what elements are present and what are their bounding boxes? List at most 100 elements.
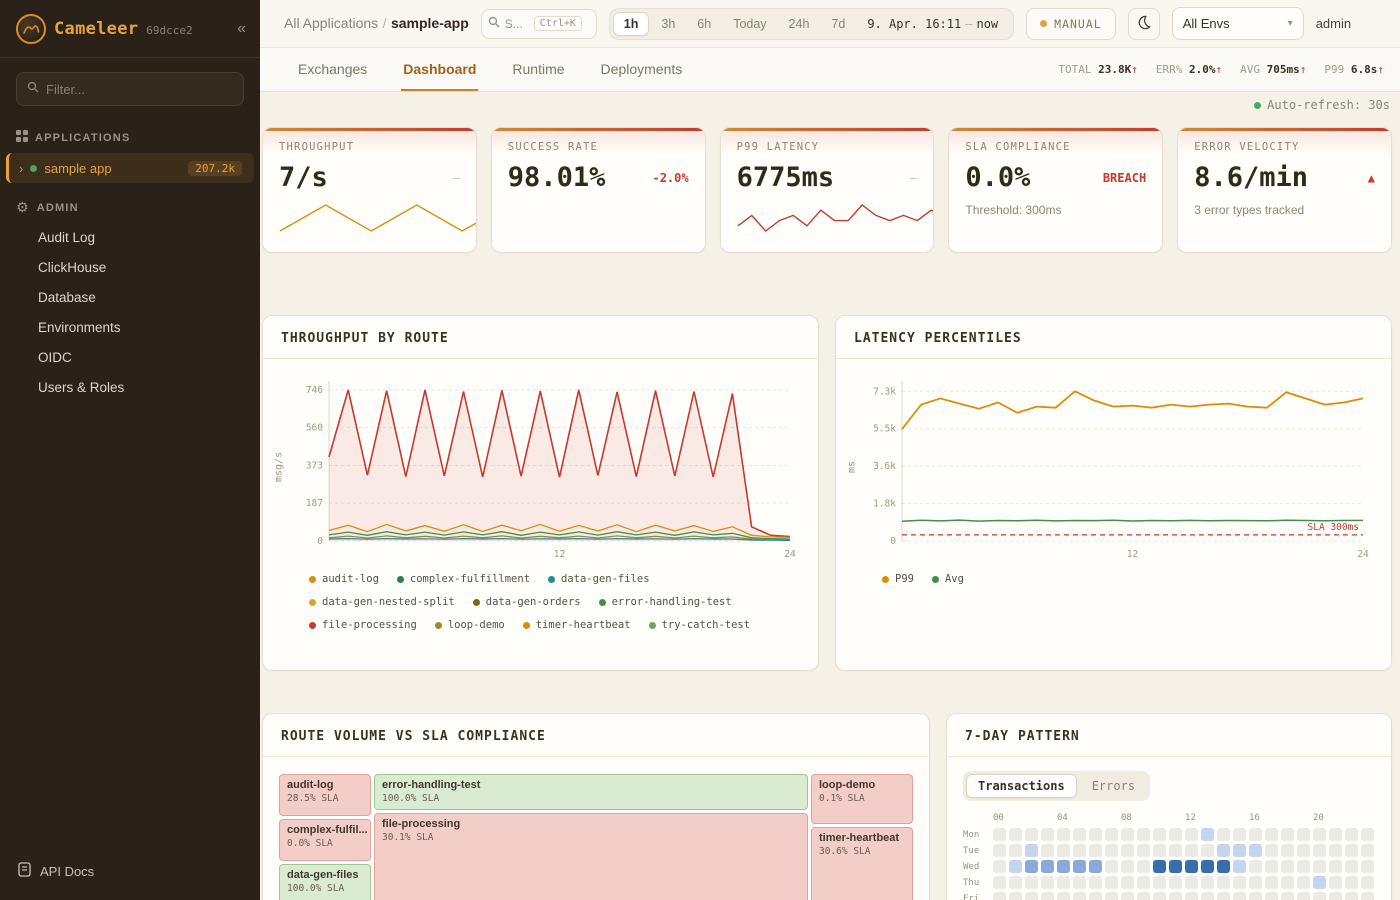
time-range-today[interactable]: Today xyxy=(723,12,776,36)
heatmap-cell xyxy=(1073,844,1086,857)
heatmap-cell xyxy=(1057,828,1070,841)
env-select[interactable]: All Envs ▾ xyxy=(1172,7,1304,40)
legend-item-timer-heartbeat[interactable]: timer-heartbeat xyxy=(523,619,631,631)
treemap-cell-file-processing: file-processing30.1% SLA xyxy=(374,813,808,900)
legend-dot-icon xyxy=(548,576,555,583)
route-volume-sla-card: ROUTE VOLUME VS SLA COMPLIANCE audit-log… xyxy=(262,713,930,900)
sidebar-item-sample-app[interactable]: › sample app 207.2k xyxy=(6,153,254,183)
kpi-main: 98.01%-2.0% xyxy=(508,162,689,193)
legend-item-data-gen-orders[interactable]: data-gen-orders xyxy=(473,596,581,608)
toggle-errors[interactable]: Errors xyxy=(1080,774,1147,798)
svg-text:5.5k: 5.5k xyxy=(873,424,896,435)
dark-mode-toggle[interactable] xyxy=(1128,8,1160,40)
seven-day-pattern-card: 7-DAY PATTERN TransactionsErrors 0004081… xyxy=(946,713,1392,900)
heatmap-cell xyxy=(1185,892,1198,900)
breadcrumb-all-applications[interactable]: All Applications xyxy=(284,15,378,31)
legend-item-complex-fulfillment[interactable]: complex-fulfillment xyxy=(397,573,530,585)
heatmap-cell xyxy=(1089,876,1102,889)
heatmap-cell xyxy=(1009,844,1022,857)
legend-item-data-gen-nested-split[interactable]: data-gen-nested-split xyxy=(309,596,455,608)
throughput-chart: 01873735607461224 xyxy=(287,373,802,561)
heatmap-cell xyxy=(1281,828,1294,841)
manual-refresh-button[interactable]: MANUAL xyxy=(1026,8,1116,40)
time-range-24h[interactable]: 24h xyxy=(779,12,820,36)
kpi-delta: -2.0% xyxy=(652,171,688,185)
tab-runtime[interactable]: Runtime xyxy=(510,48,566,91)
heatmap-cell xyxy=(1345,844,1358,857)
api-docs-link[interactable]: API Docs xyxy=(0,846,260,900)
kpi-value: 7/s xyxy=(279,162,328,193)
auto-refresh-status: Auto-refresh: 30s xyxy=(262,96,1392,114)
tab-dashboard[interactable]: Dashboard xyxy=(401,48,478,91)
heatmap-cell xyxy=(1089,844,1102,857)
stat-avg: AVG 705ms↑ xyxy=(1240,63,1306,76)
heatmap-cell xyxy=(1361,892,1374,900)
legend-item-file-processing[interactable]: file-processing xyxy=(309,619,417,631)
legend-item-error-handling-test[interactable]: error-handling-test xyxy=(599,596,732,608)
heatmap-hour-label: 16 xyxy=(1249,813,1260,823)
heatmap-cell xyxy=(1137,828,1150,841)
time-range-group: 1h3h6hToday24h7d 9. Apr. 16:11—now xyxy=(609,8,1014,40)
heatmap-cell xyxy=(1025,844,1038,857)
heatmap-cell xyxy=(1041,844,1054,857)
heatmap-cell xyxy=(1105,828,1118,841)
legend-item-try-catch-test[interactable]: try-catch-test xyxy=(649,619,751,631)
stat-err: ERR% 2.0%↑ xyxy=(1156,63,1222,76)
heatmap-cell xyxy=(1073,828,1086,841)
kpi-row: THROUGHPUT7/s–SUCCESS RATE98.01%-2.0%P99… xyxy=(262,127,1392,253)
heatmap-cell xyxy=(1297,892,1310,900)
heatmap-cell xyxy=(1345,892,1358,900)
svg-text:SLA 300ms: SLA 300ms xyxy=(1308,522,1359,533)
heatmap-cell xyxy=(1169,860,1182,873)
heatmap-cell xyxy=(1361,860,1374,873)
legend-item-avg[interactable]: Avg xyxy=(932,573,964,585)
heatmap-hour-label: 12 xyxy=(1185,813,1196,823)
heatmap-cell xyxy=(1313,844,1326,857)
legend-item-p99[interactable]: P99 xyxy=(882,573,914,585)
heatmap-cell xyxy=(1137,844,1150,857)
time-range-6h[interactable]: 6h xyxy=(687,12,721,36)
heatmap-cell xyxy=(1265,876,1278,889)
sidebar-filter-input[interactable] xyxy=(46,82,233,97)
sidebar-item-audit-log[interactable]: Audit Log xyxy=(0,223,260,253)
legend-dot-icon xyxy=(523,622,530,629)
sidebar-item-environments[interactable]: Environments xyxy=(0,313,260,343)
chart-title: ROUTE VOLUME VS SLA COMPLIANCE xyxy=(263,714,929,757)
heatmap-cell xyxy=(993,828,1006,841)
time-range-1h[interactable]: 1h xyxy=(613,12,650,36)
collapse-sidebar-button[interactable]: « xyxy=(237,20,246,38)
global-search[interactable]: Ctrl+K xyxy=(481,9,597,39)
heatmap-cell xyxy=(1137,892,1150,900)
heatmap-grid: MonTueWedThuFriSatSun xyxy=(963,828,1375,900)
heatmap-cell xyxy=(1169,892,1182,900)
heatmap-cell xyxy=(1057,860,1070,873)
heatmap-cell xyxy=(1105,860,1118,873)
treemap-cell-label: error-handling-test xyxy=(382,779,800,791)
toggle-transactions[interactable]: Transactions xyxy=(966,774,1077,798)
heatmap-cell xyxy=(1281,892,1294,900)
heatmap-cell xyxy=(1009,828,1022,841)
breadcrumb-current: sample-app xyxy=(391,15,469,31)
time-range-3h[interactable]: 3h xyxy=(651,12,685,36)
heatmap-day-label: Mon xyxy=(963,830,990,840)
sidebar-item-database[interactable]: Database xyxy=(0,283,260,313)
legend-item-loop-demo[interactable]: loop-demo xyxy=(435,619,505,631)
chart-title: LATENCY PERCENTILES xyxy=(836,316,1391,359)
heatmap-cell xyxy=(1153,844,1166,857)
tab-exchanges[interactable]: Exchanges xyxy=(296,48,369,91)
sidebar-item-oidc[interactable]: OIDC xyxy=(0,343,260,373)
sidebar-item-clickhouse[interactable]: ClickHouse xyxy=(0,253,260,283)
kpi-card-throughput: THROUGHPUT7/s– xyxy=(262,127,477,253)
search-input[interactable] xyxy=(505,17,529,31)
heatmap-cell xyxy=(1297,860,1310,873)
legend-item-audit-log[interactable]: audit-log xyxy=(309,573,379,585)
sidebar-item-users-roles[interactable]: Users & Roles xyxy=(0,373,260,403)
user-menu[interactable]: admin xyxy=(1316,16,1351,31)
time-range-7d[interactable]: 7d xyxy=(821,12,855,36)
kpi-label: P99 LATENCY xyxy=(737,141,918,153)
legend-item-data-gen-files[interactable]: data-gen-files xyxy=(548,573,650,585)
kpi-label: ERROR VELOCITY xyxy=(1194,141,1375,153)
tab-deployments[interactable]: Deployments xyxy=(599,48,685,91)
date-end: now xyxy=(976,17,998,31)
svg-text:12: 12 xyxy=(1127,549,1138,560)
